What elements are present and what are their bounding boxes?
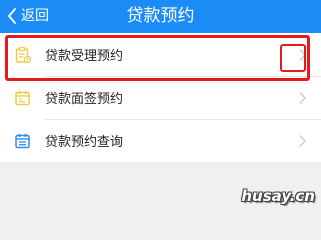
watermark: husay.cn (241, 187, 315, 205)
list-item-label: 贷款受理预约 (45, 49, 124, 64)
appointment-menu-list: 贷款受理预约 贷款面签预约 贷款预约查询 (0, 33, 321, 162)
chevron-right-icon (299, 48, 306, 61)
calendar-list-icon (13, 131, 33, 151)
calendar-icon (13, 88, 33, 108)
list-item-label: 贷款面签预约 (45, 92, 124, 107)
list-item-loan-signing-appointment[interactable]: 贷款面签预约 (0, 76, 321, 119)
page-title: 贷款预约 (126, 6, 195, 26)
list-item-label: 贷款预约查询 (45, 135, 124, 150)
clipboard-list-icon (13, 45, 33, 65)
top-nav-bar: 返回 贷款预约 (0, 0, 321, 33)
chevron-right-icon (299, 134, 306, 147)
chevron-right-icon (299, 91, 306, 104)
list-item-loan-acceptance-appointment[interactable]: 贷款受理预约 (0, 33, 321, 76)
list-item-loan-appointment-query[interactable]: 贷款预约查询 (0, 119, 321, 162)
